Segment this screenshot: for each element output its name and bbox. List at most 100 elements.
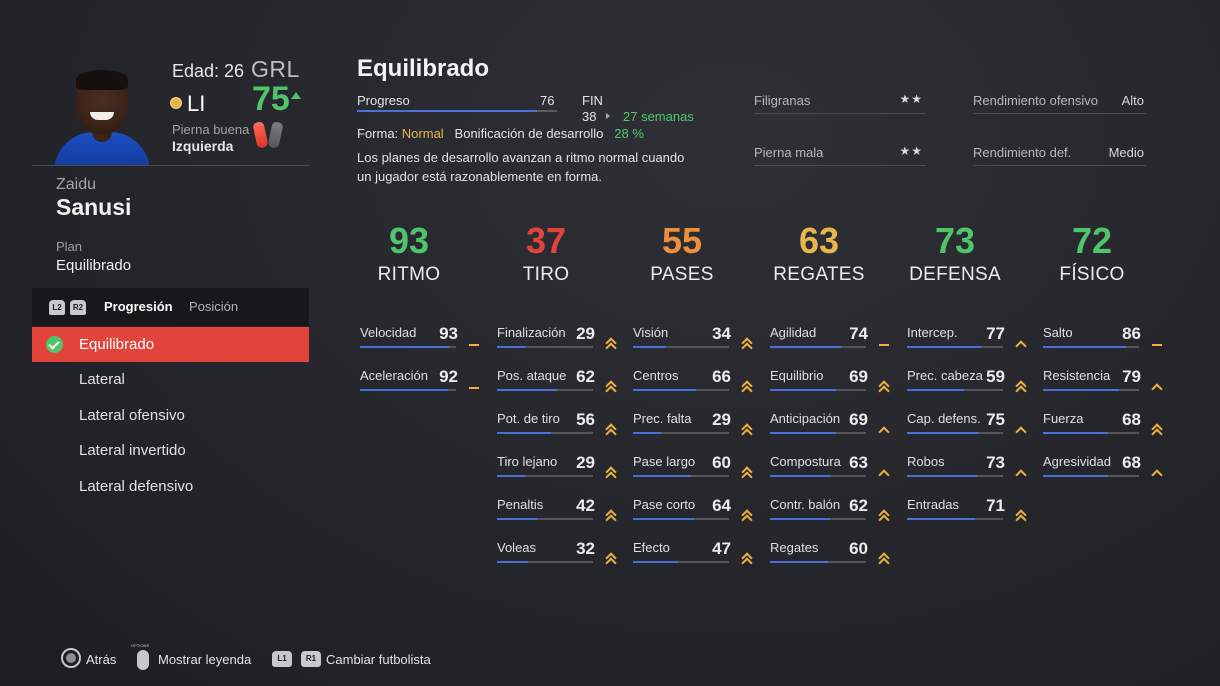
preferred-foot-value: Izquierda [172,138,234,154]
stat-value: 62 [849,496,868,515]
trend-double-up-icon [605,510,617,522]
player-first-name: Zaidu [56,176,97,193]
stat-value: 29 [576,453,595,472]
l2-button-icon[interactable]: L2 [49,300,65,315]
plan-label: Plan [56,239,83,254]
trend-double-up-icon [741,381,753,393]
stat-label: Resistencia [1043,368,1111,383]
stat-label: Intercep. [907,325,958,340]
change-player-action[interactable]: Cambiar futbolista [326,652,431,667]
category-name: RITMO [377,264,441,285]
category-value: 55 [661,220,703,261]
plan-item-lateral-invertido[interactable]: Lateral invertido [32,433,309,468]
footer-bar: Atrás Mostrar leyenda L1 R1 Cambiar futb… [60,643,760,673]
plan-item-equilibrado[interactable]: Equilibrado [32,327,309,362]
stat-value: 62 [576,367,595,386]
stat-label: Anticipación [770,411,841,426]
r1-button-icon[interactable]: R1 [301,651,321,667]
l1-button-icon[interactable]: L1 [272,651,292,667]
trend-double-up-icon [1015,510,1027,522]
trend-double-up-icon [1015,381,1027,393]
category-físico: 72 FÍSICO [1027,222,1157,286]
stat-label: Pase corto [633,497,696,512]
stat-bar [907,518,1003,520]
trend-up-icon [878,467,890,479]
check-icon [46,336,63,353]
r2-button-icon[interactable]: R2 [70,300,86,315]
stat-label: Robos [907,454,945,469]
stat-row: Velocidad 93 [360,324,480,353]
trend-double-up-icon [878,553,890,565]
progress-value: 76 [540,93,555,108]
stat-value: 42 [576,496,595,515]
player-panel: Edad: 26 GRL 75 LI Pierna buena Izquierd… [32,0,309,590]
stat-bar-fill [1043,432,1108,434]
stat-bar-fill [770,346,841,348]
stat-row: Visión 34 [633,324,753,353]
category-name: PASES [650,264,714,285]
stat-bar [633,518,729,520]
plan-item-label: Lateral [79,371,125,388]
tab-progression[interactable]: Progresión [104,299,173,314]
defense-workrate-row: Rendimiento def. Medio [973,144,1146,166]
back-action[interactable]: Atrás [86,652,116,667]
plan-item-lateral[interactable]: Lateral [32,362,309,397]
plan-item-lateral-defensivo[interactable]: Lateral defensivo [32,469,309,504]
stat-label: Salto [1043,325,1073,340]
position-dot-icon [170,97,182,109]
stat-row: Pase largo 60 [633,453,753,482]
plan-item-lateral-ofensivo[interactable]: Lateral ofensivo [32,398,309,433]
stat-bar [770,518,866,520]
attack-workrate-label: Rendimiento ofensivo [973,93,1099,108]
trend-double-up-icon [741,553,753,565]
form-row: Forma: Normal Bonificación de desarrollo… [357,126,644,141]
category-value: 93 [388,220,430,261]
stat-bar [497,561,593,563]
stat-bar-fill [1043,346,1126,348]
stat-row: Robos 73 [907,453,1027,482]
weak-foot-label: Pierna mala [754,145,824,160]
player-photo [54,66,150,166]
show-legend-action[interactable]: Mostrar leyenda [158,652,251,667]
stat-bar-fill [907,518,975,520]
trend-double-up-icon [605,381,617,393]
stat-value: 59 [986,367,1005,386]
stat-value: 64 [712,496,731,515]
trend-flat-icon [468,338,480,350]
stat-bar [360,389,456,391]
category-value: 72 [1071,220,1113,261]
trend-double-up-icon [878,510,890,522]
stat-value: 73 [986,453,1005,472]
stat-value: 63 [849,453,868,472]
progress-label: Progreso [357,93,410,108]
fin-label: FIN [582,93,603,108]
stat-bar-fill [360,346,449,348]
stat-value: 56 [576,410,595,429]
stat-value: 32 [576,539,595,558]
trend-double-up-icon [1151,424,1163,436]
circle-button-icon[interactable] [61,648,81,668]
stat-value: 92 [439,367,458,386]
stat-label: Visión [633,325,669,340]
stat-row: Salto 86 [1043,324,1163,353]
bonus-label: Bonificación de desarrollo [454,126,604,141]
plan-item-label: Equilibrado [79,336,155,353]
stat-value: 66 [712,367,731,386]
form-value: Normal [401,126,444,141]
stat-value: 68 [1122,410,1141,429]
stat-bar-fill [497,518,537,520]
stat-bar [360,346,456,348]
stat-row: Prec. falta 29 [633,410,753,439]
plan-value: Equilibrado [56,257,132,274]
stat-row: Pot. de tiro 56 [497,410,617,439]
stat-bar [770,561,866,563]
plan-item-label: Lateral invertido [79,442,186,459]
trend-flat-icon [468,381,480,393]
stat-value: 68 [1122,453,1141,472]
stat-row: Prec. cabeza 59 [907,367,1027,396]
options-button-icon[interactable] [131,643,149,670]
stat-row: Aceleración 92 [360,367,480,396]
stat-row: Intercep. 77 [907,324,1027,353]
stat-bar-fill [907,475,977,477]
tab-position[interactable]: Posición [189,299,238,314]
